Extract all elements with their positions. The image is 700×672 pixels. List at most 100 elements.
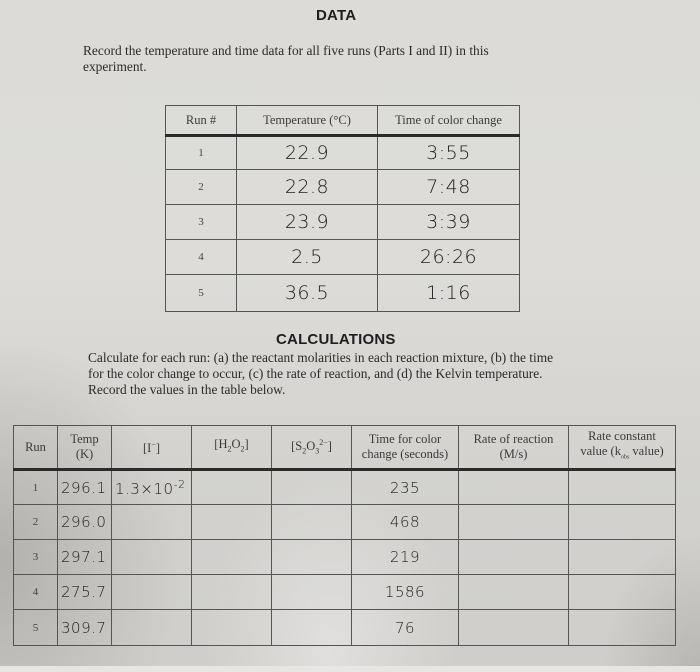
rate-constant-cell[interactable] xyxy=(568,574,676,610)
header-rate-constant: Rate constant value (kobs value) xyxy=(568,425,676,471)
data-heading: DATA xyxy=(316,7,357,24)
page-edge xyxy=(0,666,700,672)
rate-cell[interactable] xyxy=(458,504,569,540)
header-k-line-2: value (kobs value) xyxy=(569,444,675,466)
time-cell[interactable]: 3:55 xyxy=(377,135,520,170)
run-number: 4 xyxy=(165,239,237,275)
rate-constant-cell[interactable] xyxy=(568,469,676,505)
time-seconds-cell[interactable]: 219 xyxy=(351,539,459,575)
time-cell[interactable]: 1:16 xyxy=(377,274,520,312)
header-k-line-1: Rate constant xyxy=(588,428,656,443)
h2o2-cell[interactable] xyxy=(191,539,272,575)
iodide-cell[interactable] xyxy=(111,504,192,540)
table-row: 4 275.7 1586 xyxy=(13,574,676,610)
rate-constant-cell[interactable] xyxy=(568,609,676,646)
rate-cell[interactable] xyxy=(458,609,569,646)
header-run: Run # xyxy=(165,105,237,137)
calculations-heading: CALCULATIONS xyxy=(276,331,396,348)
iodide-exponent: -2 xyxy=(173,477,186,491)
h2o2-cell[interactable] xyxy=(191,574,272,610)
temperature-cell[interactable]: 23.9 xyxy=(236,204,378,240)
k-label: value (k xyxy=(580,443,621,458)
time-seconds-cell[interactable]: 468 xyxy=(351,504,459,540)
s2o3-cell[interactable] xyxy=(271,469,352,505)
header-rate: Rate of reaction (M/s) xyxy=(458,425,569,471)
header-rate-line-2: (M/s) xyxy=(499,447,528,461)
header-temp-k: Temp (K) xyxy=(57,425,112,471)
time-seconds-cell[interactable]: 1586 xyxy=(351,574,459,610)
header-temperature: Temperature (°C) xyxy=(236,105,378,137)
h2o2-cell[interactable] xyxy=(191,504,272,540)
s2o3-cell[interactable] xyxy=(271,539,352,575)
rate-cell[interactable] xyxy=(458,469,569,505)
k-label-end: value) xyxy=(629,443,664,458)
temp-k-cell[interactable]: 275.7 xyxy=(57,574,112,610)
header-iodide: [I−] xyxy=(111,425,192,471)
calculations-instructions: Calculate for each run: (a) the reactant… xyxy=(88,350,648,398)
table-row: 5 36.5 1:16 xyxy=(165,274,520,312)
data-instructions: Record the temperature and time data for… xyxy=(83,43,643,75)
bracket: ] xyxy=(244,437,249,452)
bracket: ] xyxy=(327,439,332,454)
temp-k-cell[interactable]: 296.1 xyxy=(57,469,112,505)
temperature-cell[interactable]: 22.8 xyxy=(236,169,378,205)
header-rate-line-1: Rate of reaction xyxy=(473,432,554,446)
header-temp-line-2: (K) xyxy=(75,447,94,461)
data-instructions-line-2: experiment. xyxy=(83,59,147,74)
time-cell[interactable]: 3:39 xyxy=(377,204,520,240)
temperature-cell[interactable]: 2.5 xyxy=(236,239,378,275)
run-number: 5 xyxy=(165,274,237,312)
table-row: 2 296.0 468 xyxy=(13,504,676,540)
rate-constant-cell[interactable] xyxy=(568,504,676,540)
iodide-cell[interactable]: 1.3×10-2 xyxy=(111,469,192,505)
time-seconds-cell[interactable]: 235 xyxy=(351,469,459,505)
iodide-cell[interactable] xyxy=(111,574,192,610)
table-row: 5 309.7 76 xyxy=(13,609,676,646)
data-instructions-line-1: Record the temperature and time data for… xyxy=(83,43,489,58)
calc-instructions-line-2: for the color change to occur, (c) the r… xyxy=(88,366,543,381)
run-number: 3 xyxy=(165,204,237,240)
s2o3-part: [S xyxy=(291,439,303,454)
s2o3-cell[interactable] xyxy=(271,574,352,610)
h2o2-part: [H xyxy=(214,437,228,452)
temp-k-cell[interactable]: 309.7 xyxy=(57,609,112,646)
calc-instructions-line-1: Calculate for each run: (a) the reactant… xyxy=(88,350,554,365)
calc-instructions-line-3: Record the values in the table below. xyxy=(88,382,286,397)
header-run: Run xyxy=(13,425,58,471)
time-cell[interactable]: 7:48 xyxy=(377,169,520,205)
rate-cell[interactable] xyxy=(458,539,569,575)
s2o3-cell[interactable] xyxy=(271,609,352,646)
iodide-cell[interactable] xyxy=(111,539,192,575)
subscript: 3 xyxy=(315,446,320,456)
time-seconds-cell[interactable]: 76 xyxy=(351,609,459,646)
calculations-table: Run Temp (K) [I−] [H2O2] [S2O32−] Time f… xyxy=(13,425,676,646)
temp-k-cell[interactable]: 296.0 xyxy=(57,504,112,540)
temperature-cell[interactable]: 22.9 xyxy=(236,135,378,170)
run-number: 2 xyxy=(165,169,237,205)
run-number: 2 xyxy=(13,504,58,540)
run-number: 4 xyxy=(13,574,58,610)
table-row: 4 2.5 26:26 xyxy=(165,239,520,275)
s2o3-part: O xyxy=(306,439,316,454)
s2o3-cell[interactable] xyxy=(271,504,352,540)
h2o2-cell[interactable] xyxy=(191,469,272,505)
h2o2-cell[interactable] xyxy=(191,609,272,646)
header-time-seconds: Time for color change (seconds) xyxy=(351,425,459,471)
header-time-line-1: Time for color xyxy=(368,432,442,446)
header-time: Time of color change xyxy=(377,105,520,137)
rate-cell[interactable] xyxy=(458,574,569,610)
table-row: 1 296.1 1.3×10-2 235 xyxy=(13,469,676,505)
run-number: 3 xyxy=(13,539,58,575)
h2o2-part: O xyxy=(231,437,241,452)
rate-constant-cell[interactable] xyxy=(568,539,676,575)
header-thiosulfate: [S2O32−] xyxy=(271,425,352,471)
table-row: 3 23.9 3:39 xyxy=(165,204,520,240)
table-row: 2 22.8 7:48 xyxy=(165,169,520,205)
iodide-cell[interactable] xyxy=(111,609,192,646)
temperature-cell[interactable]: 36.5 xyxy=(236,274,378,312)
time-cell[interactable]: 26:26 xyxy=(377,239,520,275)
run-number: 1 xyxy=(165,135,237,170)
bracket: ] xyxy=(155,441,160,456)
temp-k-cell[interactable]: 297.1 xyxy=(57,539,112,575)
data-table: Run # Temperature (°C) Time of color cha… xyxy=(165,105,520,312)
